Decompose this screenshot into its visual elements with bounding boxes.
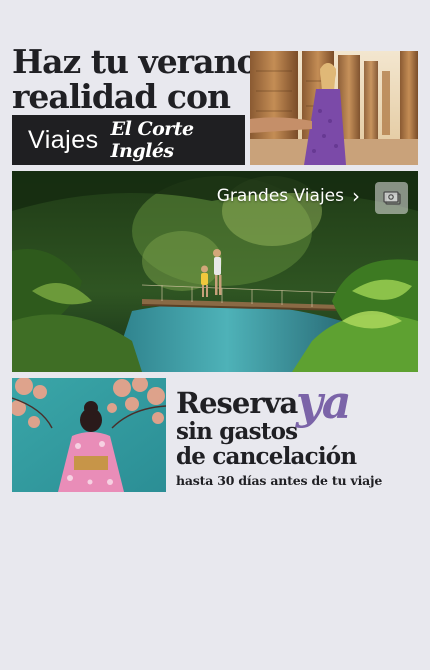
brand-logo-bar[interactable]: Viajes El Corte Inglés	[12, 115, 245, 165]
brand-store-logo: El Corte Inglés	[110, 118, 194, 162]
headline-line-1: Haz tu verano	[12, 42, 258, 81]
brand-viajes-text: Viajes	[28, 125, 99, 154]
grandes-viajes-link[interactable]: Grandes Viajes ›	[216, 183, 360, 208]
kimono-woman-photo[interactable]	[12, 378, 166, 492]
ad-page: Haz tu verano realidad con Viajes El Cor…	[0, 0, 430, 670]
egypt-temple-photo[interactable]	[250, 51, 418, 165]
camera-icon-svg	[382, 191, 401, 205]
headline-line-2: realidad con	[12, 77, 231, 116]
promo-hasta-30-dias: hasta 30 días antes de tu viaje	[176, 473, 383, 488]
chevron-right-icon: ›	[352, 183, 360, 208]
camera-icon[interactable]	[375, 182, 408, 214]
promo-ya: ya	[296, 375, 352, 429]
reserva-promo[interactable]: Reserva ya sin gastos de cancelación has…	[176, 375, 420, 488]
grandes-viajes-label: Grandes Viajes	[216, 186, 344, 206]
grandes-viajes-banner[interactable]: Grandes Viajes ›	[12, 171, 418, 372]
kimono-woman-image	[12, 378, 166, 492]
egypt-temple-image	[250, 51, 418, 165]
promo-de-cancelacion: de cancelación	[176, 443, 357, 470]
headline: Haz tu verano realidad con	[12, 42, 258, 116]
